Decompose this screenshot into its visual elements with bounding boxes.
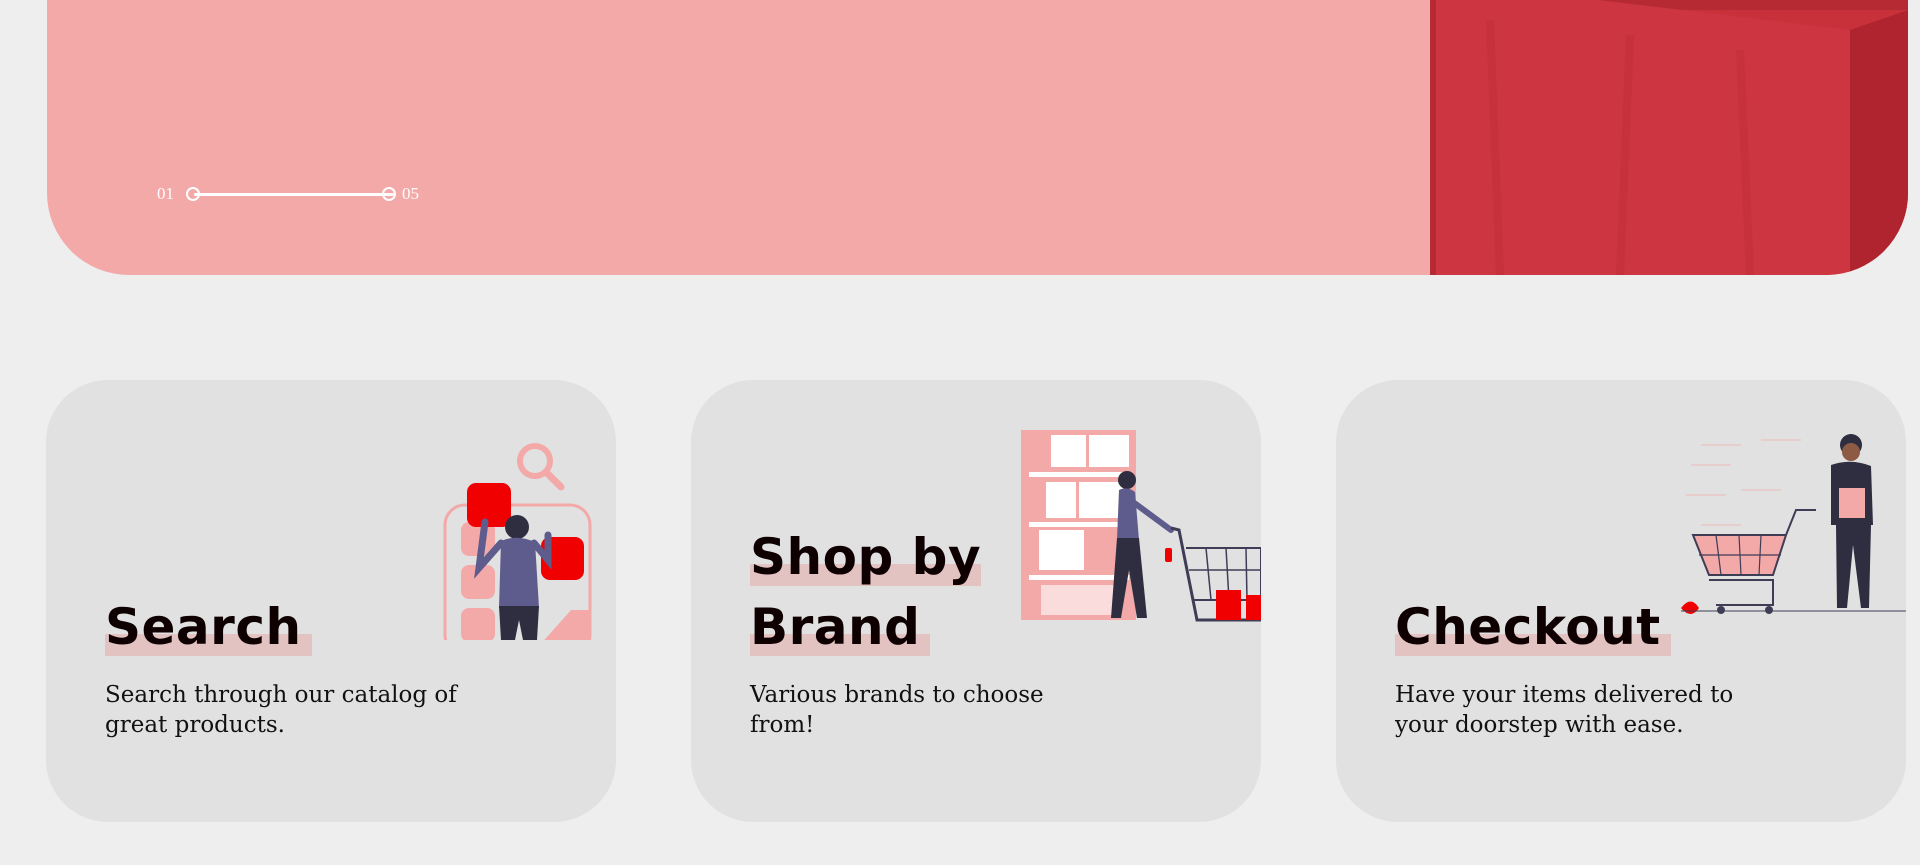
feature-title-checkout: Checkout: [1395, 592, 1671, 662]
slider-start-handle[interactable]: [186, 187, 200, 201]
slider-track[interactable]: [194, 193, 394, 196]
slider-end-label: 05: [402, 184, 419, 203]
feature-title-search: Search: [105, 592, 312, 662]
feature-card-search: Search Search through our catalog of gre…: [46, 380, 616, 822]
feature-card-checkout: Checkout Have your items delivered to yo…: [1336, 380, 1906, 822]
shop-by-brand-illustration: [1021, 430, 1261, 622]
slider-end-handle[interactable]: [382, 187, 396, 201]
feature-description-search: Search through our catalog of great prod…: [105, 682, 457, 738]
hero-banner: 01 05: [47, 0, 1908, 275]
search-illustration: [443, 443, 592, 640]
feature-description-shop-by-brand: Various brands to choose from!: [750, 682, 1044, 738]
feature-card-shop-by-brand: Shop by Brand Various brands to choose f…: [691, 380, 1261, 822]
slider-start-label: 01: [157, 184, 174, 203]
checkout-illustration: [1681, 434, 1906, 614]
feature-description-checkout: Have your items delivered to your doorst…: [1395, 682, 1734, 738]
shopping-bag-image: [1430, 0, 1908, 275]
feature-title-shop-by-brand: Shop by Brand: [750, 528, 982, 656]
hero-slider[interactable]: 01 05: [157, 184, 447, 204]
